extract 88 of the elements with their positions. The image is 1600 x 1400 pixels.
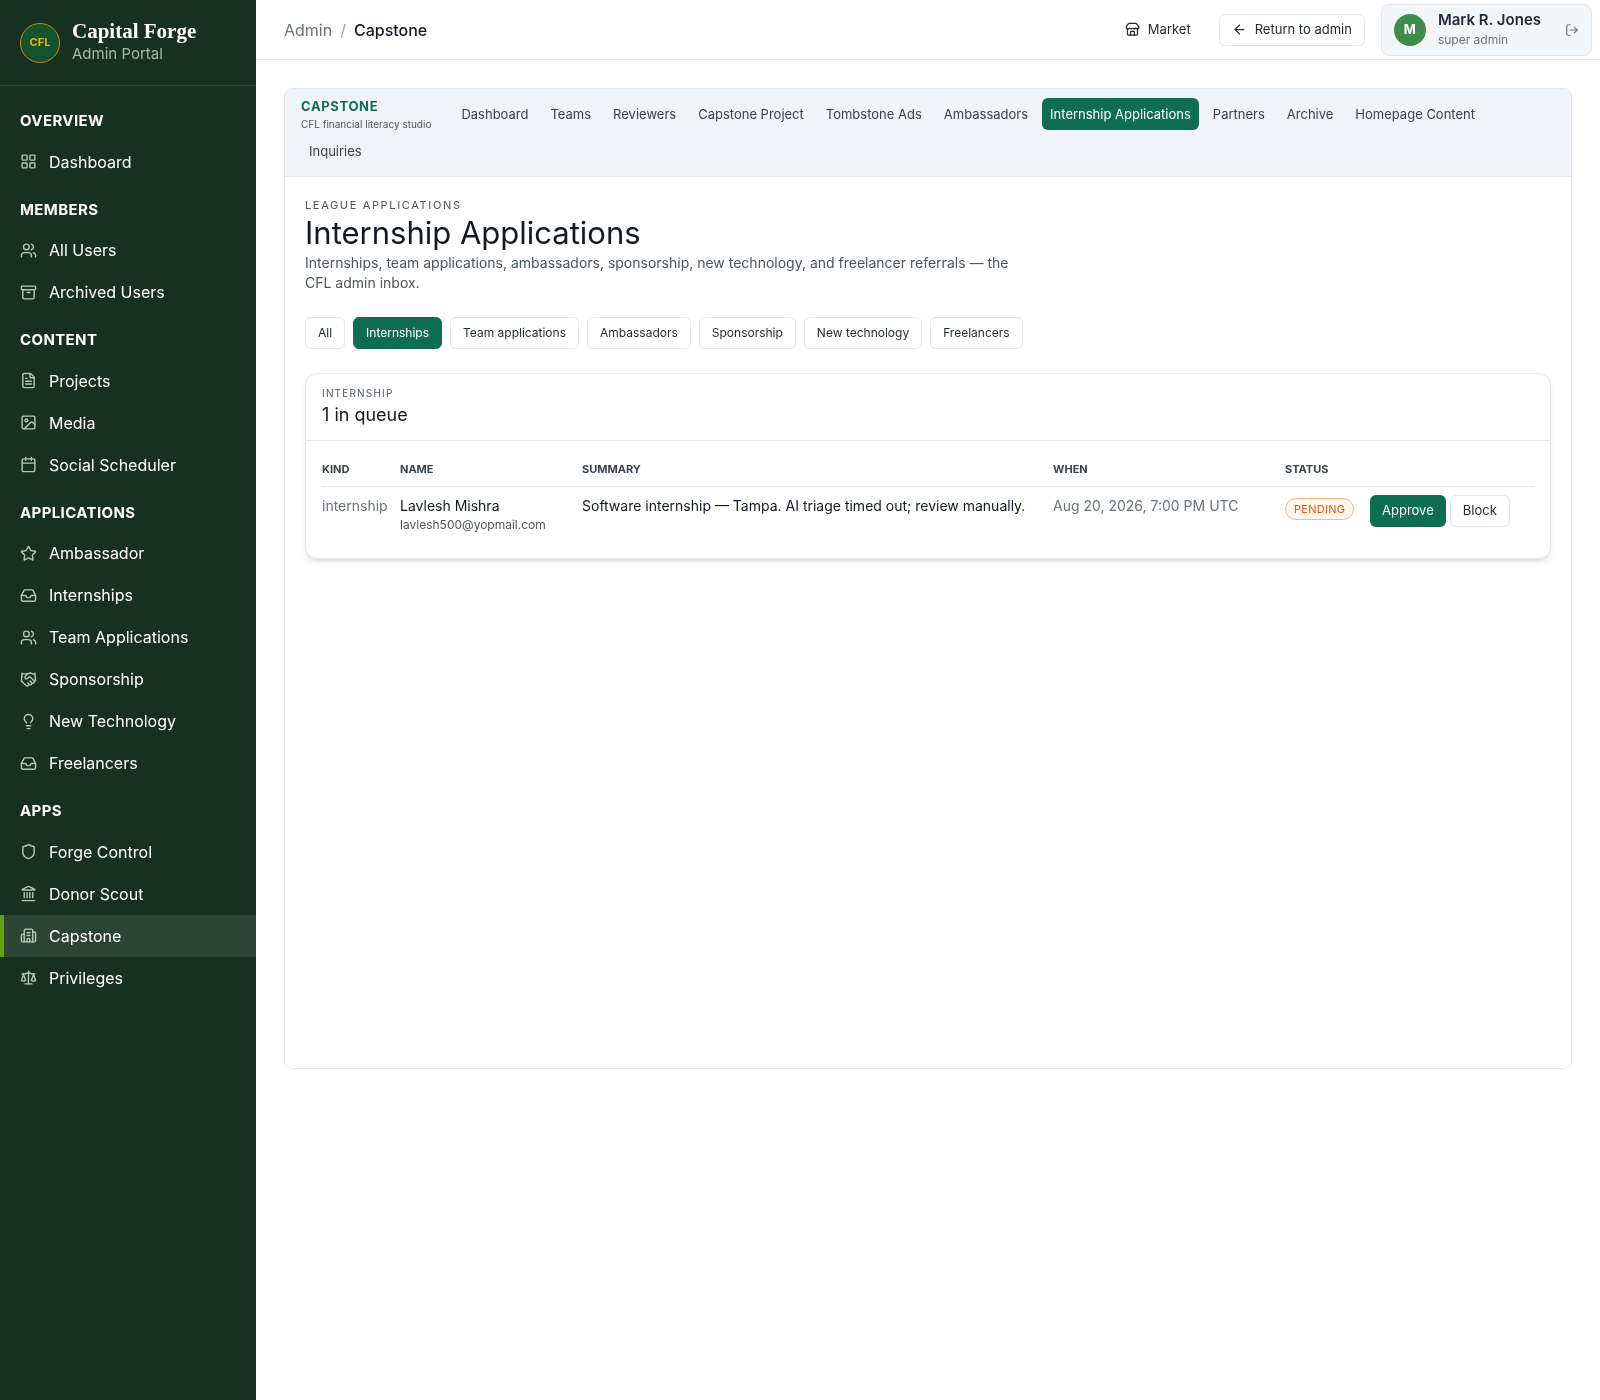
tab[interactable]: Archive [1278, 98, 1342, 131]
sidebar-item[interactable]: Capstone [0, 914, 256, 957]
sidebar-item[interactable]: Forge Control [0, 830, 256, 873]
handshake-icon [20, 670, 37, 688]
dashboard-icon [20, 153, 37, 170]
tab[interactable]: Homepage Content [1347, 98, 1483, 131]
avatar: M [1393, 13, 1426, 46]
approve-button[interactable]: Approve [1370, 494, 1446, 527]
filter-chip[interactable]: New technology [803, 317, 923, 349]
section-heading: APPLICATIONS [19, 501, 137, 524]
sidebar-item[interactable]: Social Scheduler [0, 443, 256, 486]
filter-chip[interactable]: Internships [353, 317, 443, 349]
tab[interactable]: Capstone Project [690, 98, 812, 131]
archive-icon [20, 283, 37, 301]
bank-icon [20, 885, 37, 902]
section-heading: APPS [19, 800, 63, 822]
status-badge: PENDING [1285, 497, 1355, 520]
brand-title: Capital Forge [72, 19, 197, 44]
tab[interactable]: Internship Applications [1042, 98, 1199, 131]
applicant-name: Lavlesh Mishra [400, 495, 501, 516]
brand-subtitle: Admin Portal [72, 43, 164, 66]
column-header: STATUS [1285, 453, 1370, 486]
tab[interactable]: Dashboard [453, 98, 537, 131]
sidebar-item[interactable]: Dashboard [0, 140, 256, 183]
logo-text: CFL [29, 34, 51, 51]
breadcrumb-item: Capstone [353, 18, 428, 42]
tab[interactable]: Tombstone Ads [817, 98, 930, 131]
column-header: KIND [322, 453, 400, 486]
calendar-icon [20, 456, 37, 473]
tab[interactable]: Partners [1204, 98, 1273, 131]
tab[interactable]: Reviewers [605, 98, 685, 131]
section-heading: MEMBERS [19, 198, 100, 221]
app-tagline: CFL financial literacy studio [301, 116, 432, 132]
market-button[interactable]: Market [1112, 13, 1203, 46]
star-icon [20, 544, 37, 562]
sidebar-item[interactable]: Privileges [0, 956, 256, 999]
page-eyebrow: LEAGUE APPLICATIONS [305, 196, 463, 213]
sidebar-item[interactable]: Archived Users [0, 271, 256, 313]
building-icon [20, 927, 37, 944]
sidebar-item[interactable]: Ambassador [0, 532, 256, 574]
section-heading: OVERVIEW [19, 110, 105, 132]
kind-cell: internship [322, 486, 400, 534]
sidebar-item[interactable]: Internships [0, 574, 256, 616]
sidebar-item[interactable]: Projects [0, 359, 256, 402]
filter-chip[interactable]: All [305, 317, 346, 349]
filter-chip[interactable]: Freelancers [930, 317, 1023, 349]
store-icon [1124, 22, 1140, 37]
user-card[interactable]: M Mark R. Jones super admin [1380, 3, 1592, 56]
sidebar-item[interactable]: Team Applications [0, 616, 256, 658]
filter-chip[interactable]: Sponsorship [698, 317, 796, 349]
section-heading: CONTENT [19, 329, 99, 351]
sidebar-item[interactable]: All Users [0, 229, 256, 271]
inbox-icon [20, 586, 37, 604]
tab[interactable]: Ambassadors [935, 98, 1037, 131]
page-description: Internships, team applications, ambassadors, sponsorship, new technology, and freelancer referrals — the CFL admin inbox. [305, 253, 1010, 293]
summary-cell: Software internship — Tampa. AI triage timed out; review manually. [582, 486, 1053, 534]
users-icon [20, 628, 37, 646]
users-icon [20, 241, 37, 259]
logout-icon[interactable] [1565, 22, 1579, 37]
column-header: SUMMARY [582, 453, 1053, 486]
app-name: CAPSTONE [301, 97, 380, 116]
sidebar-item[interactable]: Freelancers [0, 742, 256, 784]
when-cell: Aug 20, 2026, 7:00 PM UTC [1053, 486, 1285, 534]
filter-chip[interactable]: Team applications [450, 317, 579, 349]
user-name: Mark R. Jones [1437, 9, 1541, 30]
breadcrumb-separator: / [340, 18, 346, 42]
return-button[interactable]: Return to admin [1218, 13, 1365, 46]
page-title: Internship Applications [305, 213, 642, 253]
document-icon [20, 372, 37, 389]
block-button[interactable]: Block [1449, 494, 1510, 527]
inbox-icon [20, 754, 37, 772]
image-icon [20, 414, 37, 431]
queue-eyebrow: INTERNSHIP [322, 386, 395, 401]
column-header: WHEN [1053, 453, 1285, 486]
column-header: NAME [400, 453, 582, 486]
applicant-email: lavlesh500@yopmail.com [400, 515, 547, 534]
breadcrumb-item[interactable]: Admin [284, 17, 333, 42]
tab[interactable]: Teams [542, 98, 600, 131]
filter-chip[interactable]: Ambassadors [587, 317, 691, 349]
user-role: super admin [1437, 30, 1510, 49]
sidebar-item[interactable]: Donor Scout [0, 872, 256, 915]
sidebar-item[interactable]: Sponsorship [0, 658, 256, 700]
scale-icon [20, 969, 37, 986]
shield-icon [20, 843, 37, 860]
sidebar-item[interactable]: New Technology [0, 700, 256, 742]
sidebar-item[interactable]: Media [0, 401, 256, 444]
queue-count: 1 in queue [322, 403, 409, 427]
tab[interactable]: Inquiries [301, 135, 370, 168]
